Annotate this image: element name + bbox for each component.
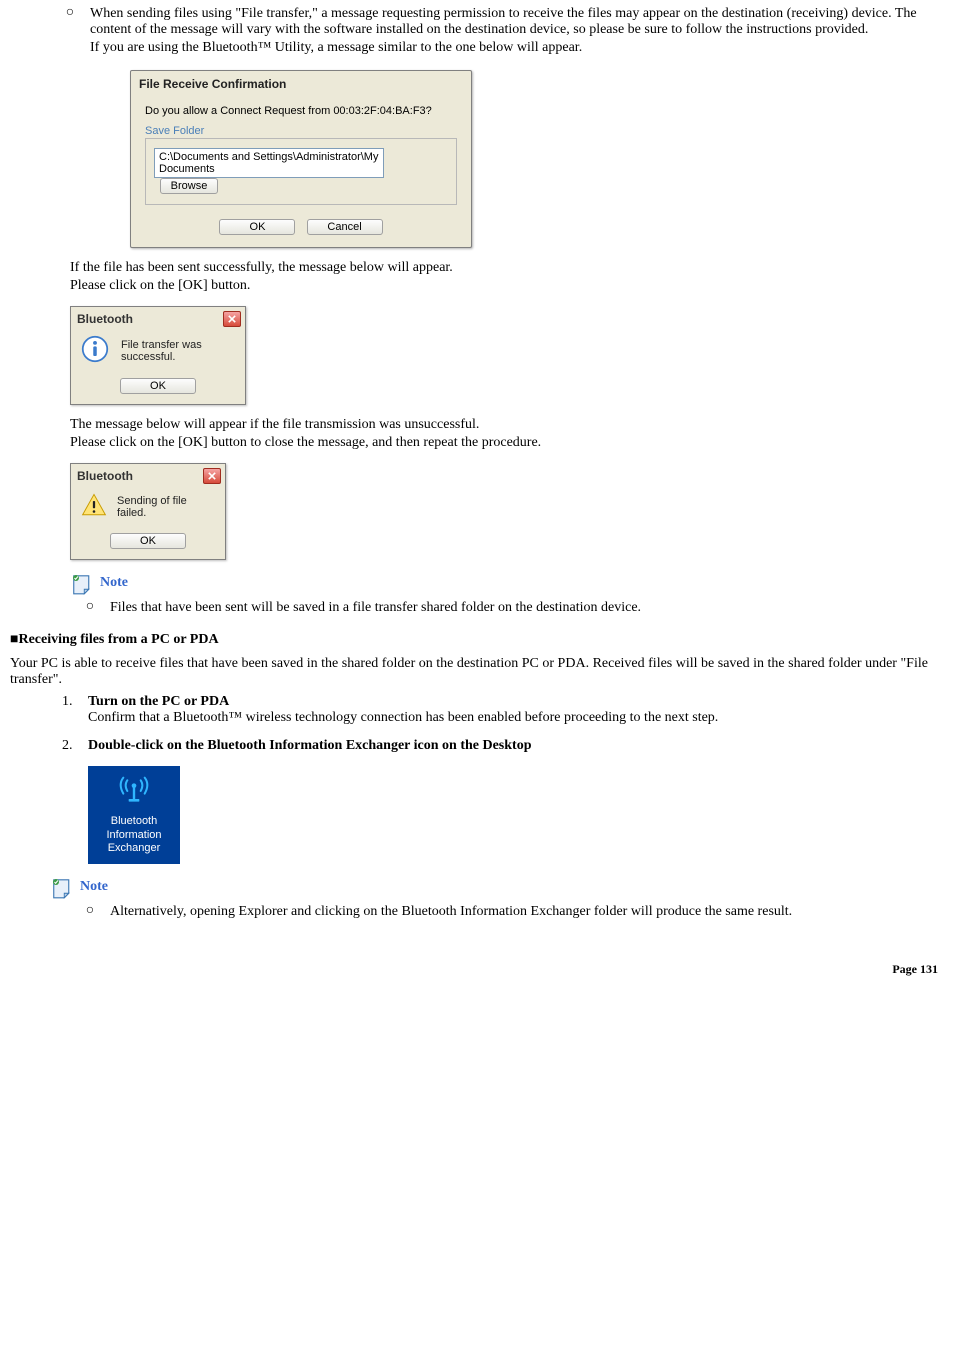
step-item: Double-click on the Bluetooth Informatio… bbox=[76, 738, 944, 864]
body-text: The message below will appear if the fil… bbox=[70, 417, 944, 433]
note-label: Note bbox=[80, 879, 108, 895]
icon-label: Bluetooth bbox=[92, 815, 176, 829]
bluetooth-success-dialog: Bluetooth File transfer was successful. … bbox=[70, 306, 246, 405]
page-number: Page 131 bbox=[10, 962, 944, 977]
close-icon[interactable] bbox=[203, 468, 221, 484]
list-bullet: ○ bbox=[70, 902, 110, 922]
icon-label: Information bbox=[92, 829, 176, 843]
close-icon[interactable] bbox=[223, 311, 241, 327]
body-text: Your PC is able to receive files that ha… bbox=[10, 656, 944, 688]
info-icon bbox=[81, 335, 121, 366]
step-item: Turn on the PC or PDA Confirm that a Blu… bbox=[76, 694, 944, 726]
step-title: Turn on the PC or PDA bbox=[88, 694, 944, 710]
note-icon bbox=[50, 876, 72, 898]
list-bullet: ○ bbox=[50, 4, 90, 58]
dialog-title: Bluetooth bbox=[77, 469, 133, 483]
save-path-field[interactable]: C:\Documents and Settings\Administrator\… bbox=[154, 148, 384, 178]
body-text: When sending files using "File transfer,… bbox=[90, 6, 944, 38]
body-text: If you are using the Bluetooth™ Utility,… bbox=[90, 40, 944, 56]
bluetooth-exchanger-icon[interactable]: Bluetooth Information Exchanger bbox=[88, 766, 180, 864]
dialog-title: Bluetooth bbox=[77, 312, 133, 326]
note-label: Note bbox=[100, 575, 128, 591]
body-text: Please click on the [OK] button to close… bbox=[70, 435, 944, 451]
body-text: Files that have been sent will be saved … bbox=[110, 600, 944, 616]
ok-button[interactable]: OK bbox=[219, 219, 295, 235]
antenna-icon bbox=[114, 772, 154, 806]
list-bullet: ○ bbox=[70, 598, 110, 618]
note-icon bbox=[70, 572, 92, 594]
dialog-title: File Receive Confirmation bbox=[131, 71, 471, 95]
ok-button[interactable]: OK bbox=[110, 533, 186, 549]
warning-icon bbox=[81, 492, 117, 521]
ok-button[interactable]: OK bbox=[120, 378, 196, 394]
step-body: Confirm that a Bluetooth™ wireless techn… bbox=[88, 710, 944, 726]
dialog-text: File transfer was successful. bbox=[121, 339, 235, 363]
save-folder-label: Save Folder bbox=[145, 125, 457, 137]
body-text: If the file has been sent successfully, … bbox=[70, 260, 944, 276]
dialog-text: Sending of file failed. bbox=[117, 495, 215, 519]
body-text: Alternatively, opening Explorer and clic… bbox=[110, 904, 944, 920]
step-title: Double-click on the Bluetooth Informatio… bbox=[88, 738, 944, 754]
icon-label: Exchanger bbox=[92, 842, 176, 856]
browse-button[interactable]: Browse bbox=[160, 178, 218, 194]
file-receive-dialog: File Receive Confirmation Do you allow a… bbox=[130, 70, 472, 248]
bluetooth-fail-dialog: Bluetooth Sending of file failed. OK bbox=[70, 463, 226, 560]
cancel-button[interactable]: Cancel bbox=[307, 219, 383, 235]
dialog-text: Do you allow a Connect Request from 00:0… bbox=[145, 105, 457, 117]
section-heading: ■Receiving files from a PC or PDA bbox=[10, 632, 944, 648]
body-text: Please click on the [OK] button. bbox=[70, 278, 944, 294]
